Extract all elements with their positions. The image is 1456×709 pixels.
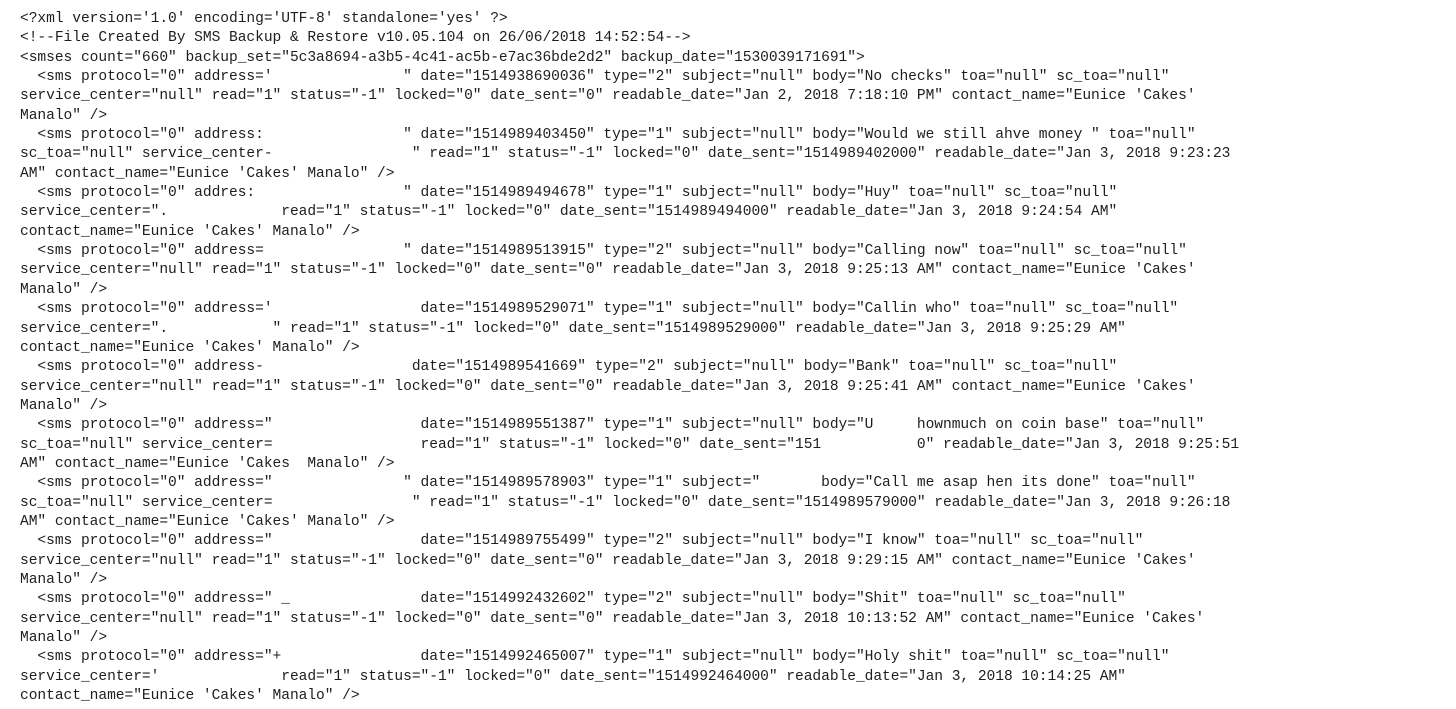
- sms-entry-line: <sms protocol="0" address= " date="15149…: [20, 243, 1187, 260]
- xml-declaration: <?xml version='1.0' encoding='UTF-8' sta…: [20, 11, 508, 27]
- sms-entry-line: sc_toa="null" service_center- " read="1"…: [20, 146, 1231, 163]
- sms-entry-line: Manalo" />: [20, 107, 108, 124]
- sms-entry-line: <sms protocol="0" address=' " date="1514…: [20, 69, 1170, 86]
- sms-entry-line: contact_name="Eunice 'Cakes' Manalo" />: [20, 223, 360, 240]
- smses-root-tag: <smses count="660" backup_set="5c3a8694-…: [20, 49, 865, 66]
- sms-entry-line: service_center=". " read="1" status="-1"…: [20, 320, 1126, 337]
- sms-entry-line: service_center="null" read="1" status="-…: [20, 552, 1196, 569]
- xml-document: <?xml version='1.0' encoding='UTF-8' sta…: [20, 10, 1456, 706]
- sms-entry-line: sc_toa="null" service_center= " read="1"…: [20, 494, 1231, 511]
- sms-entry-line: <sms protocol="0" address=" " date="1514…: [20, 475, 1196, 492]
- sms-entry-line: <sms protocol="0" address=' date="151498…: [20, 301, 1179, 318]
- xml-comment: <!--File Created By SMS Backup & Restore…: [20, 30, 691, 47]
- sms-entry-line: <sms protocol="0" address=" _ date="1514…: [20, 591, 1126, 608]
- sms-entry-line: service_center=' read="1" status="-1" lo…: [20, 668, 1126, 685]
- sms-entry-line: <sms protocol="0" address- date="1514989…: [20, 359, 1118, 376]
- sms-entry-line: <sms protocol="0" address="+ date="15149…: [20, 649, 1170, 666]
- sms-entry-line: service_center="null" read="1" status="-…: [20, 88, 1196, 105]
- sms-entry-line: Manalo" />: [20, 630, 108, 646]
- sms-entry-line: AM" contact_name="Eunice 'Cakes Manalo" …: [20, 455, 395, 472]
- sms-entry-line: service_center=". read="1" status="-1" l…: [20, 204, 1118, 221]
- sms-entry-line: <sms protocol="0" address=" date="151498…: [20, 417, 1205, 434]
- sms-entry-line: contact_name="Eunice 'Cakes' Manalo" />: [20, 339, 360, 356]
- sms-entry-line: <sms protocol="0" address=" date="151498…: [20, 533, 1144, 550]
- sms-entry-line: Manalo" />: [20, 281, 108, 298]
- sms-entry-line: <sms protocol="0" address: " date="15149…: [20, 127, 1196, 144]
- sms-entry-line: contact_name="Eunice 'Cakes' Manalo" />: [20, 688, 360, 705]
- sms-entry-line: service_center="null" read="1" status="-…: [20, 378, 1196, 395]
- sms-entry-line: AM" contact_name="Eunice 'Cakes' Manalo"…: [20, 165, 395, 182]
- sms-entry-line: service_center="null" read="1" status="-…: [20, 610, 1205, 627]
- sms-entry-line: Manalo" />: [20, 571, 108, 588]
- sms-entry-line: Manalo" />: [20, 397, 108, 414]
- sms-entry-line: <sms protocol="0" addres: " date="151498…: [20, 185, 1118, 202]
- sms-entry-line: sc_toa="null" service_center= read="1" s…: [20, 436, 1240, 453]
- sms-entry-line: AM" contact_name="Eunice 'Cakes' Manalo"…: [20, 513, 395, 530]
- sms-entry-line: service_center="null" read="1" status="-…: [20, 262, 1196, 279]
